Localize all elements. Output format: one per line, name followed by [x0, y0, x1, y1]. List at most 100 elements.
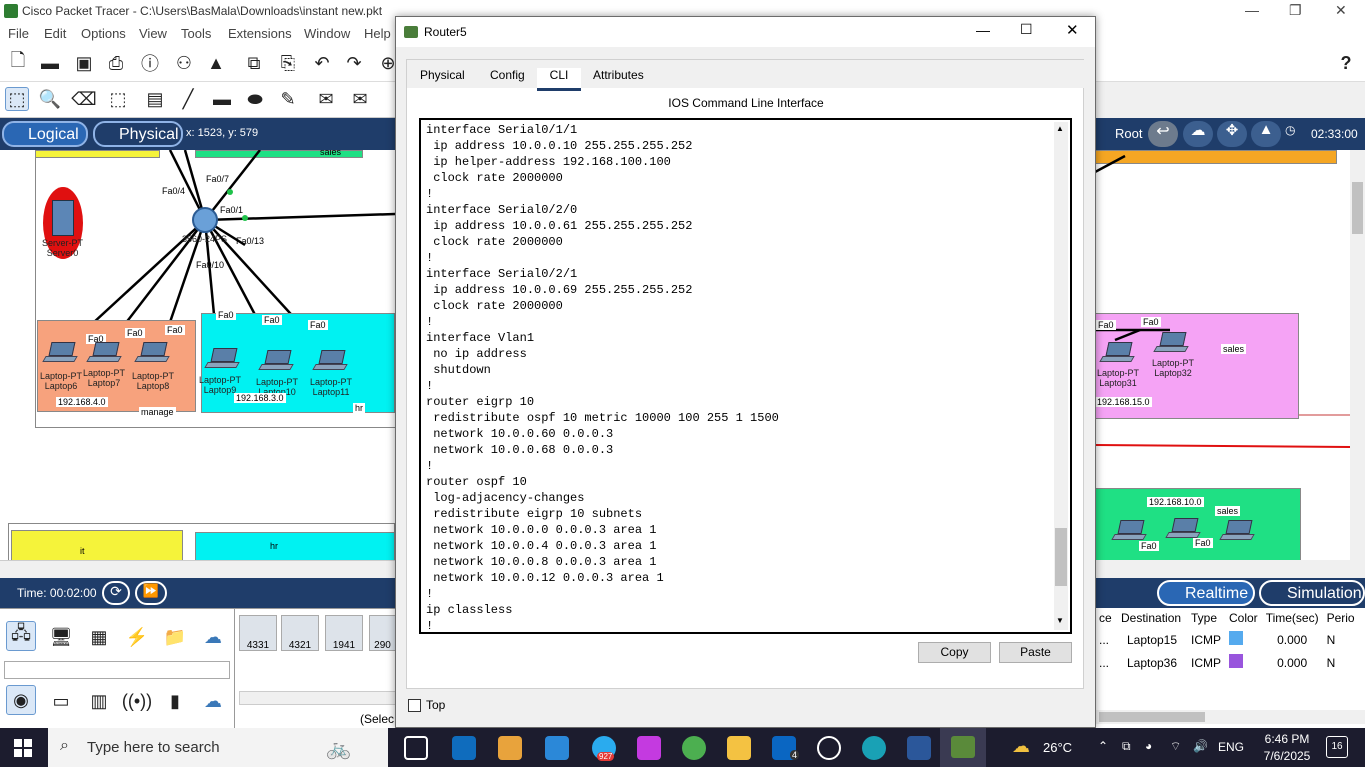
draw-rectangle-icon[interactable]: ▬ — [210, 87, 234, 111]
events-hscroll-thumb[interactable] — [1099, 712, 1205, 722]
background-image-icon[interactable]: ▲ — [1251, 121, 1281, 147]
cli-console[interactable]: interface Serial0/1/1 ip address 10.0.0.… — [419, 118, 1072, 634]
menu-help[interactable]: Help — [364, 26, 391, 41]
cli-scrollbar[interactable]: ▲ ▼ — [1054, 122, 1068, 630]
laptop7-icon[interactable] — [86, 342, 122, 364]
col-time[interactable]: Time(sec) — [1262, 608, 1323, 628]
chatgpt-icon[interactable] — [817, 736, 841, 760]
laptop11-icon[interactable] — [312, 350, 348, 372]
top-checkbox[interactable] — [408, 699, 421, 712]
components-icon[interactable]: ▦ — [84, 623, 114, 651]
switches-icon[interactable]: ▭ — [46, 687, 76, 715]
weather-temp[interactable]: 26°C — [1043, 740, 1072, 755]
dialog-maximize-icon[interactable]: ☐ — [1020, 21, 1033, 38]
models-hscroll[interactable] — [239, 691, 396, 705]
connections-icon[interactable]: ⚡ — [122, 623, 152, 651]
network-devices-icon[interactable]: 🖧 — [6, 621, 36, 651]
menu-view[interactable]: View — [139, 26, 167, 41]
menu-edit[interactable]: Edit — [44, 26, 66, 41]
col-destination[interactable]: Destination — [1117, 608, 1187, 628]
restore-icon[interactable]: ❐ — [1289, 2, 1302, 19]
col-type[interactable]: Type — [1187, 608, 1225, 628]
draw-ellipse-icon[interactable]: ⬬ — [243, 87, 267, 111]
volume-icon[interactable]: 🔊 — [1193, 739, 1208, 753]
laptop10-icon[interactable] — [258, 350, 294, 372]
cli-scroll-thumb[interactable] — [1055, 528, 1067, 586]
laptop6-icon[interactable] — [42, 342, 78, 364]
freeform-icon[interactable]: ✎ — [276, 87, 300, 111]
resize-icon[interactable]: ⬚ — [106, 87, 130, 111]
workspace-vscroll[interactable] — [1350, 150, 1365, 560]
model-290[interactable]: 290 — [369, 615, 396, 651]
model-1941[interactable]: 1941 — [325, 615, 363, 651]
note-icon[interactable]: ▤ — [143, 87, 167, 111]
laptop-right-b-icon[interactable] — [1165, 518, 1201, 540]
tray-app-icon[interactable]: ⧉ — [1122, 739, 1131, 754]
hubs-icon[interactable]: ▥ — [84, 687, 114, 715]
tab-config[interactable]: Config — [490, 68, 525, 88]
add-simple-pdu-icon[interactable]: ✉ — [314, 87, 338, 111]
todo-icon[interactable] — [545, 736, 569, 760]
end-devices-icon[interactable]: 🖥 — [46, 623, 76, 651]
close-icon[interactable]: ✕ — [1335, 2, 1347, 19]
select-icon[interactable]: ⬚ — [5, 87, 29, 111]
laptop9-icon[interactable] — [204, 348, 240, 370]
device-category-field[interactable] — [4, 661, 230, 679]
col-period[interactable]: Perio — [1323, 608, 1359, 628]
file-explorer-icon[interactable] — [727, 736, 751, 760]
draw-line-icon[interactable]: ╱ — [176, 87, 200, 111]
dialog-minimize-icon[interactable]: — — [976, 22, 990, 38]
paste-icon[interactable]: ⎘ — [276, 51, 300, 75]
task-view-icon[interactable] — [404, 736, 428, 760]
tray-chevron-icon[interactable]: ⌃ — [1098, 739, 1108, 753]
minimize-icon[interactable]: — — [1245, 2, 1259, 18]
logical-workspace[interactable]: sales Server-PT Server0 3560-24PS Fa0/4 F… — [0, 150, 395, 560]
save-icon[interactable]: ▣ — [72, 51, 96, 75]
reset-time-icon[interactable]: ⟳ — [102, 581, 130, 605]
server-icon[interactable] — [52, 200, 74, 236]
redo-icon[interactable]: ↷ — [342, 51, 366, 75]
activity-wizard-icon[interactable]: ▲ — [204, 51, 228, 75]
copy-icon[interactable]: ⧉ — [242, 51, 266, 75]
tray-date[interactable]: 7/6/2025 — [1258, 749, 1316, 763]
dialog-close-icon[interactable]: ✕ — [1066, 21, 1079, 39]
realtime-button[interactable]: Realtime — [1157, 580, 1255, 606]
tray-time[interactable]: 6:46 PM — [1262, 732, 1312, 746]
edge-icon[interactable] — [862, 736, 886, 760]
simulation-button[interactable]: Simulation — [1259, 580, 1365, 606]
laptop-right-c-icon[interactable] — [1219, 520, 1255, 542]
model-4331[interactable]: 4331 — [239, 615, 277, 651]
add-complex-pdu-icon[interactable]: ✉ — [348, 87, 372, 111]
copilot-icon[interactable] — [637, 736, 661, 760]
multiuser-icon[interactable]: ☁ — [198, 623, 228, 651]
col-source[interactable]: ce — [1095, 608, 1117, 628]
fast-forward-icon[interactable]: ⏩ — [135, 581, 167, 605]
logical-view-tab[interactable]: Logical — [2, 121, 88, 147]
copy-button[interactable]: Copy — [918, 642, 991, 663]
network-icon[interactable]: ◕ — [1145, 739, 1152, 753]
store-icon[interactable] — [498, 736, 522, 760]
col-color[interactable]: Color — [1225, 608, 1262, 628]
info-icon[interactable]: ⓘ — [138, 51, 162, 75]
cloud-icon[interactable]: ☁ — [1183, 121, 1213, 147]
undo-icon[interactable]: ↶ — [310, 51, 334, 75]
scroll-down-icon[interactable]: ▼ — [1056, 616, 1064, 625]
laptop-right-a-icon[interactable] — [1111, 520, 1147, 542]
new-file-icon[interactable]: 🗋 — [6, 50, 30, 75]
security-icon[interactable]: ▮ — [160, 687, 190, 715]
menu-options[interactable]: Options — [81, 26, 126, 41]
laptop32-icon[interactable] — [1153, 332, 1189, 354]
move-icon[interactable]: ✥ — [1217, 121, 1247, 147]
laptop8-icon[interactable] — [134, 342, 170, 364]
notification-icon[interactable]: 16 — [1326, 736, 1348, 758]
tab-attributes[interactable]: Attributes — [593, 68, 644, 88]
network-wizard-icon[interactable]: ⚇ — [172, 51, 196, 75]
table-row[interactable]: ... Laptop36 ICMP 0.000 N — [1095, 651, 1359, 674]
paste-button[interactable]: Paste — [999, 642, 1072, 663]
misc-icon[interactable]: 📁 — [160, 623, 190, 651]
menu-tools[interactable]: Tools — [181, 26, 211, 41]
vscroll-thumb[interactable] — [1352, 182, 1363, 234]
weather-icon[interactable]: ☁ — [1012, 736, 1030, 757]
open-folder-icon[interactable]: ▬ — [38, 51, 62, 75]
outlook-icon[interactable] — [452, 736, 476, 760]
